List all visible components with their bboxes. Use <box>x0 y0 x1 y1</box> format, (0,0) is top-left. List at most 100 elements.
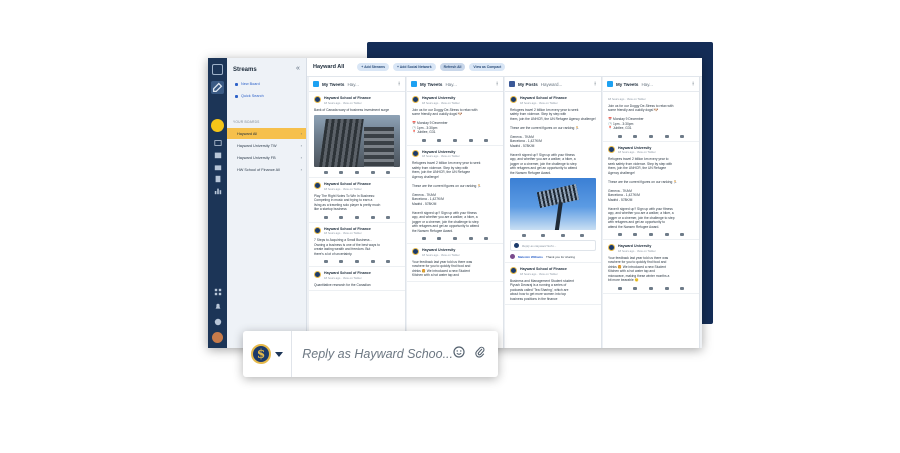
campaigns-icon[interactable] <box>212 174 223 183</box>
reply-icon[interactable] <box>339 215 344 219</box>
comment-reply-field[interactable]: Reply as Hayward Scho... <box>510 240 596 251</box>
apps-icon[interactable] <box>212 287 223 296</box>
streams-icon[interactable] <box>211 119 224 132</box>
save-icon[interactable] <box>370 171 375 174</box>
like-icon[interactable] <box>617 286 622 290</box>
post-image[interactable] <box>314 115 400 167</box>
user-avatar[interactable] <box>212 332 223 343</box>
post-author[interactable]: Hayward School of Finance <box>324 96 371 100</box>
share-icon[interactable] <box>560 234 565 237</box>
save-icon[interactable] <box>370 260 375 263</box>
help-icon[interactable] <box>212 317 223 326</box>
retweet-icon[interactable] <box>648 233 653 236</box>
save-icon[interactable] <box>370 215 375 219</box>
post-author[interactable]: Hayward University <box>422 150 460 154</box>
sidebar-item-hayward-all[interactable]: Hayward All › <box>227 128 306 139</box>
stream-header: My Tweets Hay... ⋮ <box>603 77 699 92</box>
like-icon[interactable] <box>323 260 328 263</box>
sidebar-item-hayward-university-fb[interactable]: Hayward University FB › <box>227 152 306 163</box>
quick-search-link[interactable]: Quick Search <box>235 94 264 98</box>
like-icon[interactable] <box>521 234 526 237</box>
reply-icon[interactable] <box>633 286 638 290</box>
like-icon[interactable] <box>323 215 328 219</box>
post-text: Refugees travel 2 billion km every year … <box>412 161 482 233</box>
retweet-icon[interactable] <box>648 286 653 290</box>
stream-post: Hayward University 18 hours ago · View o… <box>407 92 503 146</box>
post-actions <box>608 286 694 290</box>
save-icon[interactable] <box>664 233 669 236</box>
post-actions <box>314 260 400 263</box>
retweet-icon[interactable] <box>354 215 359 219</box>
post-author[interactable]: Hayward School of Finance <box>520 267 567 271</box>
app-window: Streams « New Board Quick Search YOUR BO… <box>208 58 702 348</box>
more-icon[interactable] <box>386 215 391 219</box>
save-icon[interactable] <box>664 286 669 290</box>
more-options-icon[interactable]: ⋮ <box>691 81 696 87</box>
collapse-sidebar-button[interactable]: « <box>296 65 300 72</box>
reply-input[interactable]: Reply as Hayward Schoo... <box>292 347 453 361</box>
save-icon[interactable] <box>468 138 473 142</box>
like-icon[interactable] <box>421 138 426 142</box>
more-icon[interactable] <box>680 134 685 138</box>
new-board-link[interactable]: New Board <box>235 82 260 86</box>
like-icon[interactable] <box>617 233 622 236</box>
retweet-icon[interactable] <box>354 260 359 263</box>
save-icon[interactable] <box>664 134 669 138</box>
reply-icon[interactable] <box>437 138 442 142</box>
more-icon[interactable] <box>386 260 391 263</box>
more-options-icon[interactable]: ⋮ <box>397 81 402 87</box>
post-image[interactable] <box>510 178 596 230</box>
more-icon[interactable] <box>484 138 489 142</box>
post-author[interactable]: Hayward School of Finance <box>324 227 371 231</box>
post-author[interactable]: Hayward University <box>618 244 656 248</box>
refresh-all-button[interactable]: Refresh All <box>439 63 466 71</box>
notifications-icon[interactable] <box>212 302 223 311</box>
save-icon[interactable] <box>468 237 473 240</box>
comment-item: Malcolm Williams Thank you for sharing <box>510 254 596 259</box>
reply-icon[interactable] <box>633 233 638 236</box>
comment-icon[interactable] <box>541 234 546 237</box>
retweet-icon[interactable] <box>452 237 457 240</box>
inbox-icon[interactable] <box>212 138 223 147</box>
add-streams-button[interactable]: + Add Streams <box>357 63 389 71</box>
reply-icon[interactable] <box>437 237 442 240</box>
more-icon[interactable] <box>680 286 685 290</box>
post-author[interactable]: Hayward School of Finance <box>324 271 371 275</box>
more-icon[interactable] <box>680 233 685 236</box>
post-meta: 18 hours ago · View on Twitter <box>324 186 362 191</box>
more-icon[interactable] <box>386 171 391 174</box>
like-icon[interactable] <box>421 237 426 240</box>
emoji-icon[interactable] <box>453 345 465 363</box>
more-options-icon[interactable]: ⋮ <box>495 81 500 87</box>
post-text: Bank of Canada wary of business investme… <box>314 107 390 112</box>
sidebar-item-hayward-university-tw[interactable]: Hayward University TW › <box>227 140 306 151</box>
post-author[interactable]: Hayward University <box>422 248 460 252</box>
reply-icon[interactable] <box>633 134 638 138</box>
view-as-compact-button[interactable]: View as Compact <box>469 63 506 71</box>
sidebar-item-hw-school-of-finance-all[interactable]: HW School of Finance All › <box>227 164 306 175</box>
like-icon[interactable] <box>323 171 328 174</box>
add-social-network-button[interactable]: + Add Social Network <box>393 63 436 71</box>
post-author[interactable]: Hayward School of Finance <box>520 96 567 100</box>
attachment-icon[interactable] <box>474 345 486 363</box>
stream-post: Hayward University 18 hours ago · View o… <box>603 142 699 240</box>
like-icon[interactable] <box>617 134 622 138</box>
post-author[interactable]: Hayward School of Finance <box>324 182 371 186</box>
commenter-name[interactable]: Malcolm Williams <box>518 255 543 259</box>
retweet-icon[interactable] <box>452 138 457 142</box>
post-author[interactable]: Hayward University <box>618 146 656 150</box>
more-icon[interactable] <box>484 237 489 240</box>
app-logo-icon[interactable] <box>212 64 223 75</box>
more-icon[interactable] <box>580 234 585 237</box>
assignments-icon[interactable] <box>212 162 223 171</box>
retweet-icon[interactable] <box>354 171 359 174</box>
retweet-icon[interactable] <box>648 134 653 138</box>
calendar-icon[interactable] <box>212 150 223 159</box>
compose-icon[interactable] <box>211 81 224 94</box>
reply-icon[interactable] <box>339 171 344 174</box>
analytics-icon[interactable] <box>212 186 223 195</box>
reply-account-selector[interactable]: $ <box>243 331 293 377</box>
more-options-icon[interactable]: ⋮ <box>593 81 598 87</box>
post-author[interactable]: Hayward University <box>422 96 460 100</box>
reply-icon[interactable] <box>339 260 344 263</box>
